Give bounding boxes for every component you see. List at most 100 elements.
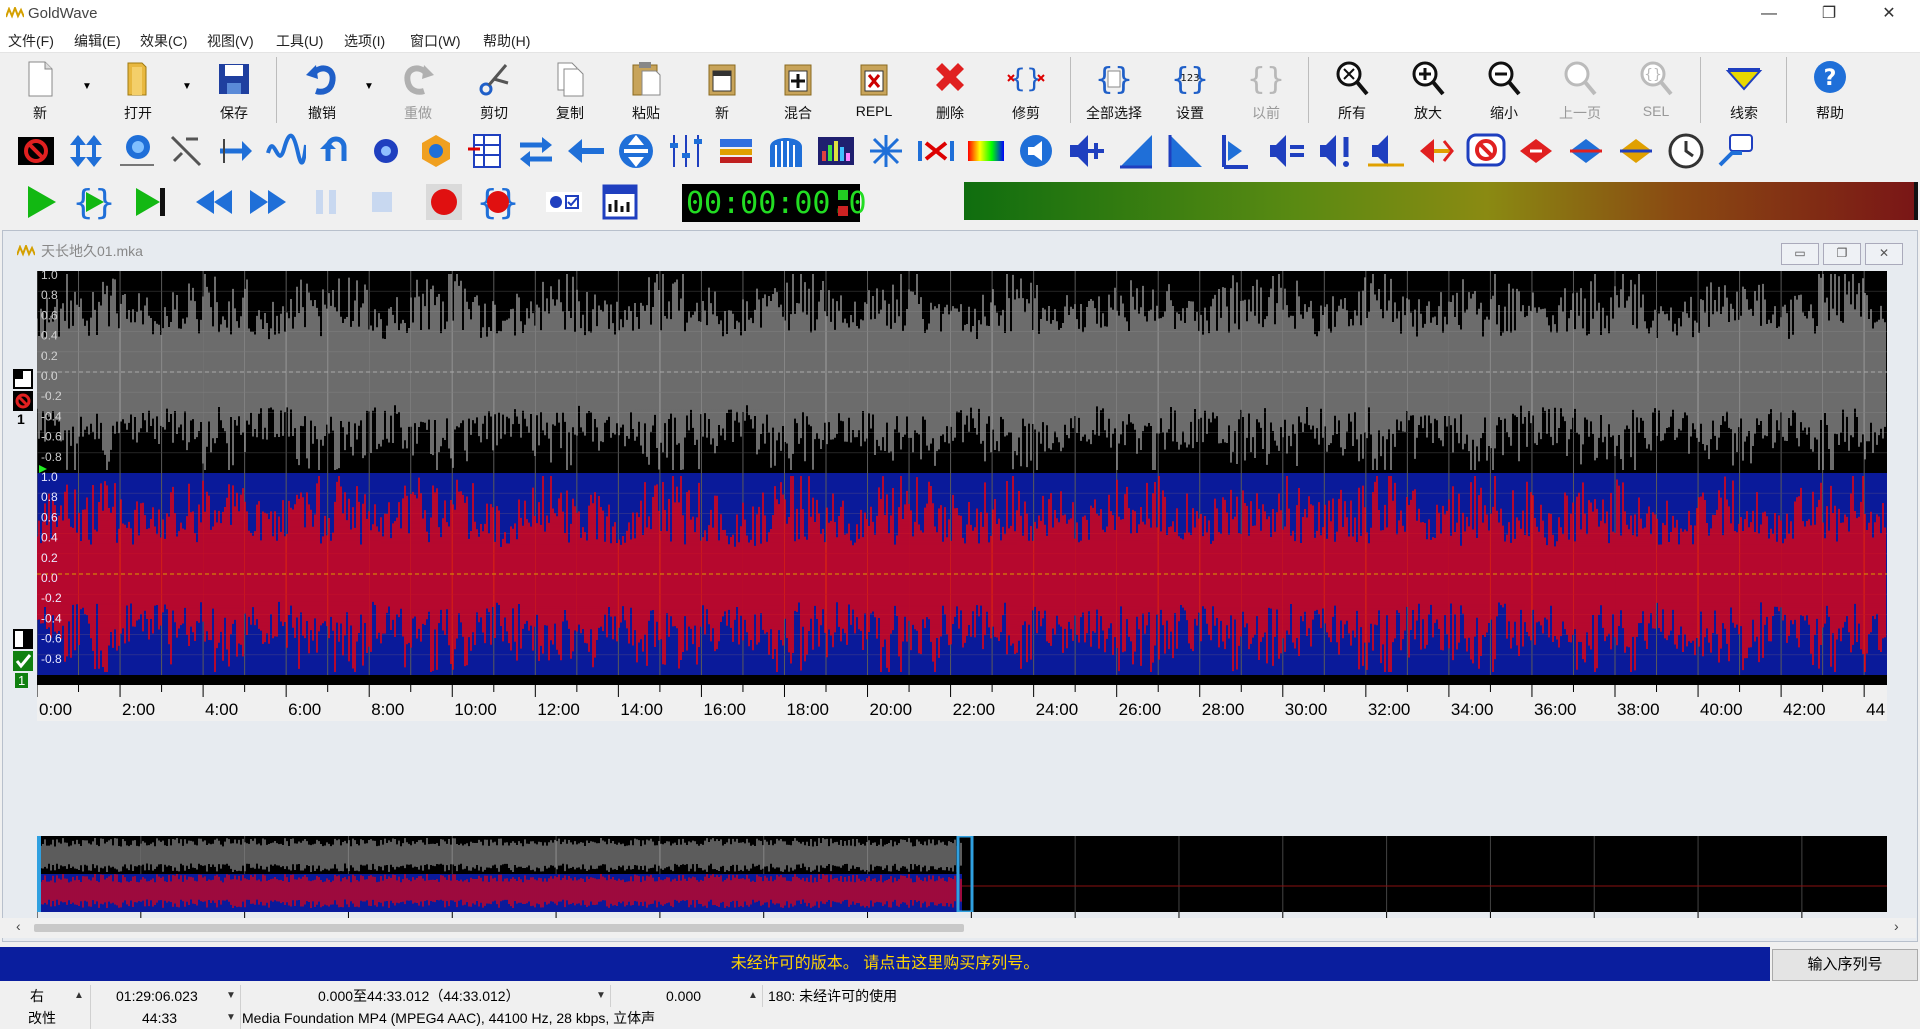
mix-button[interactable]: 混合 xyxy=(766,57,830,123)
cue-edit-icon[interactable] xyxy=(1416,131,1456,171)
menu-tools[interactable]: 工具(U) xyxy=(276,31,323,51)
top-channel-select-icon[interactable] xyxy=(13,369,33,389)
volume-increase-icon[interactable] xyxy=(1066,131,1106,171)
menu-effects[interactable]: 效果(C) xyxy=(140,31,187,51)
scroll-left-arrow-icon[interactable]: ‹ xyxy=(16,918,21,934)
copy-button[interactable]: 复制 xyxy=(538,57,602,123)
overview-start-handle[interactable] xyxy=(37,836,41,912)
horizontal-scrollbar[interactable]: ‹ › xyxy=(2,918,1916,938)
filter-icon[interactable] xyxy=(416,131,456,171)
cue-button[interactable]: 线索 xyxy=(1712,57,1776,123)
fade-out-icon[interactable] xyxy=(1166,131,1206,171)
delete-button[interactable]: 删除 xyxy=(918,57,982,123)
menu-file[interactable]: 文件(F) xyxy=(8,31,54,51)
cue-diamond-red-icon[interactable] xyxy=(1516,131,1556,171)
help-button[interactable]: ? 帮助 xyxy=(1798,57,1862,123)
zoom-previous-button[interactable]: 上一页 xyxy=(1548,57,1612,123)
play-to-end-icon[interactable] xyxy=(130,182,170,222)
trim-button[interactable]: {} 修剪 xyxy=(994,57,1058,123)
change-pitch-icon[interactable] xyxy=(66,131,106,171)
silence-reduction-icon[interactable] xyxy=(916,131,956,171)
timeline-ruler[interactable]: 0:00 2:00 4:00 6:00 8:00 10:00 12:00 14:00 16:00… xyxy=(37,675,1887,721)
stretch-vertical-icon[interactable] xyxy=(616,131,656,171)
volume-max-icon[interactable] xyxy=(1316,131,1356,171)
undo-dropdown-arrow-icon[interactable]: ▼ xyxy=(364,81,374,92)
cut-button[interactable]: 剪切 xyxy=(462,57,526,123)
length-dropdown-icon[interactable]: ▼ xyxy=(226,985,236,1007)
select-all-button[interactable]: {} 全部选择 xyxy=(1082,57,1146,123)
selection-cell[interactable]: 0.000至44:33.012（44:33.012） ▼ xyxy=(240,985,611,1007)
position-cell[interactable]: 0.000 ▲ xyxy=(610,985,763,1007)
volume-pan-icon[interactable] xyxy=(1366,131,1406,171)
overview-waveform[interactable] xyxy=(37,836,1887,912)
scroll-right-arrow-icon[interactable]: › xyxy=(1894,918,1899,934)
reverse-icon[interactable] xyxy=(316,131,356,171)
control-properties-icon[interactable] xyxy=(544,182,584,222)
paste-new-button[interactable]: 新 xyxy=(690,57,754,123)
enter-serial-button[interactable]: 输入序列号 xyxy=(1772,949,1918,981)
new-dropdown-arrow-icon[interactable]: ▼ xyxy=(82,81,92,92)
previous-selection-button[interactable]: {} 以前 xyxy=(1234,57,1298,123)
paste-button[interactable]: 粘贴 xyxy=(614,57,678,123)
stop-icon[interactable] xyxy=(362,182,402,222)
duration-cell[interactable]: 44:33 ▼ xyxy=(90,1007,241,1029)
bottom-channel-enabled-icon[interactable] xyxy=(13,651,33,671)
menu-options[interactable]: 选项(I) xyxy=(344,31,385,51)
noise-reduction-icon[interactable] xyxy=(166,131,206,171)
channel-cell[interactable]: 右 ▲ xyxy=(0,985,91,1007)
equalizer-icon[interactable] xyxy=(816,131,856,171)
close-button[interactable]: ✕ xyxy=(1866,0,1912,28)
waveform-effect-icon[interactable] xyxy=(266,131,306,171)
echo-icon[interactable] xyxy=(116,131,156,171)
mixer-sliders-icon[interactable] xyxy=(666,131,706,171)
play-icon[interactable] xyxy=(20,182,60,222)
bottom-channel-select-icon[interactable] xyxy=(13,629,33,649)
stop-effect-icon[interactable] xyxy=(16,131,56,171)
offset-icon[interactable] xyxy=(216,131,256,171)
channel-spin-icon[interactable]: ▲ xyxy=(74,985,84,1007)
document-close-button[interactable]: ✕ xyxy=(1865,243,1903,265)
redo-button[interactable]: 重做 xyxy=(386,57,450,123)
fast-forward-icon[interactable] xyxy=(248,182,288,222)
compressor-icon[interactable] xyxy=(716,131,756,171)
pause-icon[interactable] xyxy=(306,182,346,222)
zoom-in-button[interactable]: 放大 xyxy=(1396,57,1460,123)
unlicensed-notice[interactable]: 未经许可的版本。 请点击这里购买序列号。 xyxy=(0,947,1770,981)
cue-diamond-blue-icon[interactable] xyxy=(1566,131,1606,171)
scrollbar-thumb[interactable] xyxy=(34,924,964,932)
marker-start-icon[interactable] xyxy=(1216,131,1256,171)
duration-dropdown-icon[interactable]: ▼ xyxy=(226,1007,236,1029)
minimize-button[interactable]: — xyxy=(1746,0,1792,28)
cue-remove-icon[interactable] xyxy=(1466,131,1506,171)
zoom-selection-button[interactable]: {} SEL xyxy=(1624,57,1688,123)
timer-clock-icon[interactable] xyxy=(1666,131,1706,171)
spectrum-filter-icon[interactable] xyxy=(766,131,806,171)
record-selection-icon[interactable]: {} xyxy=(478,182,518,222)
open-button[interactable]: 打开 xyxy=(106,57,170,123)
selection-dropdown-icon[interactable]: ▼ xyxy=(596,985,606,1007)
play-selection-icon[interactable]: {} xyxy=(74,182,114,222)
length-cell[interactable]: 01:29:06.023 ▼ xyxy=(90,985,241,1007)
arrow-left-icon[interactable] xyxy=(566,131,606,171)
record-icon[interactable] xyxy=(424,182,464,222)
equalizer-settings-icon[interactable] xyxy=(366,131,406,171)
volume-icon[interactable] xyxy=(1016,131,1056,171)
open-dropdown-arrow-icon[interactable]: ▼ xyxy=(182,81,192,92)
set-selection-button[interactable]: {} 123 设置 xyxy=(1158,57,1222,123)
menu-edit[interactable]: 编辑(E) xyxy=(74,31,121,51)
position-spin-icon[interactable]: ▲ xyxy=(748,985,758,1007)
batch-process-icon[interactable] xyxy=(1716,131,1756,171)
volume-equal-icon[interactable] xyxy=(1266,131,1306,171)
undo-button[interactable]: 撤销 xyxy=(290,57,354,123)
zoom-all-button[interactable]: 所有 xyxy=(1320,57,1384,123)
zoom-out-button[interactable]: 缩小 xyxy=(1472,57,1536,123)
rewind-icon[interactable] xyxy=(194,182,234,222)
cue-diamond-gold-icon[interactable] xyxy=(1616,131,1656,171)
top-channel-disabled-icon[interactable] xyxy=(13,391,33,411)
color-band-icon[interactable] xyxy=(966,131,1006,171)
document-restore-button[interactable]: ❐ xyxy=(1823,243,1861,265)
spread-icon[interactable] xyxy=(866,131,906,171)
menu-view[interactable]: 视图(V) xyxy=(207,31,254,51)
graph-editor-icon[interactable] xyxy=(466,131,506,171)
maximize-button[interactable]: ❐ xyxy=(1806,0,1852,28)
